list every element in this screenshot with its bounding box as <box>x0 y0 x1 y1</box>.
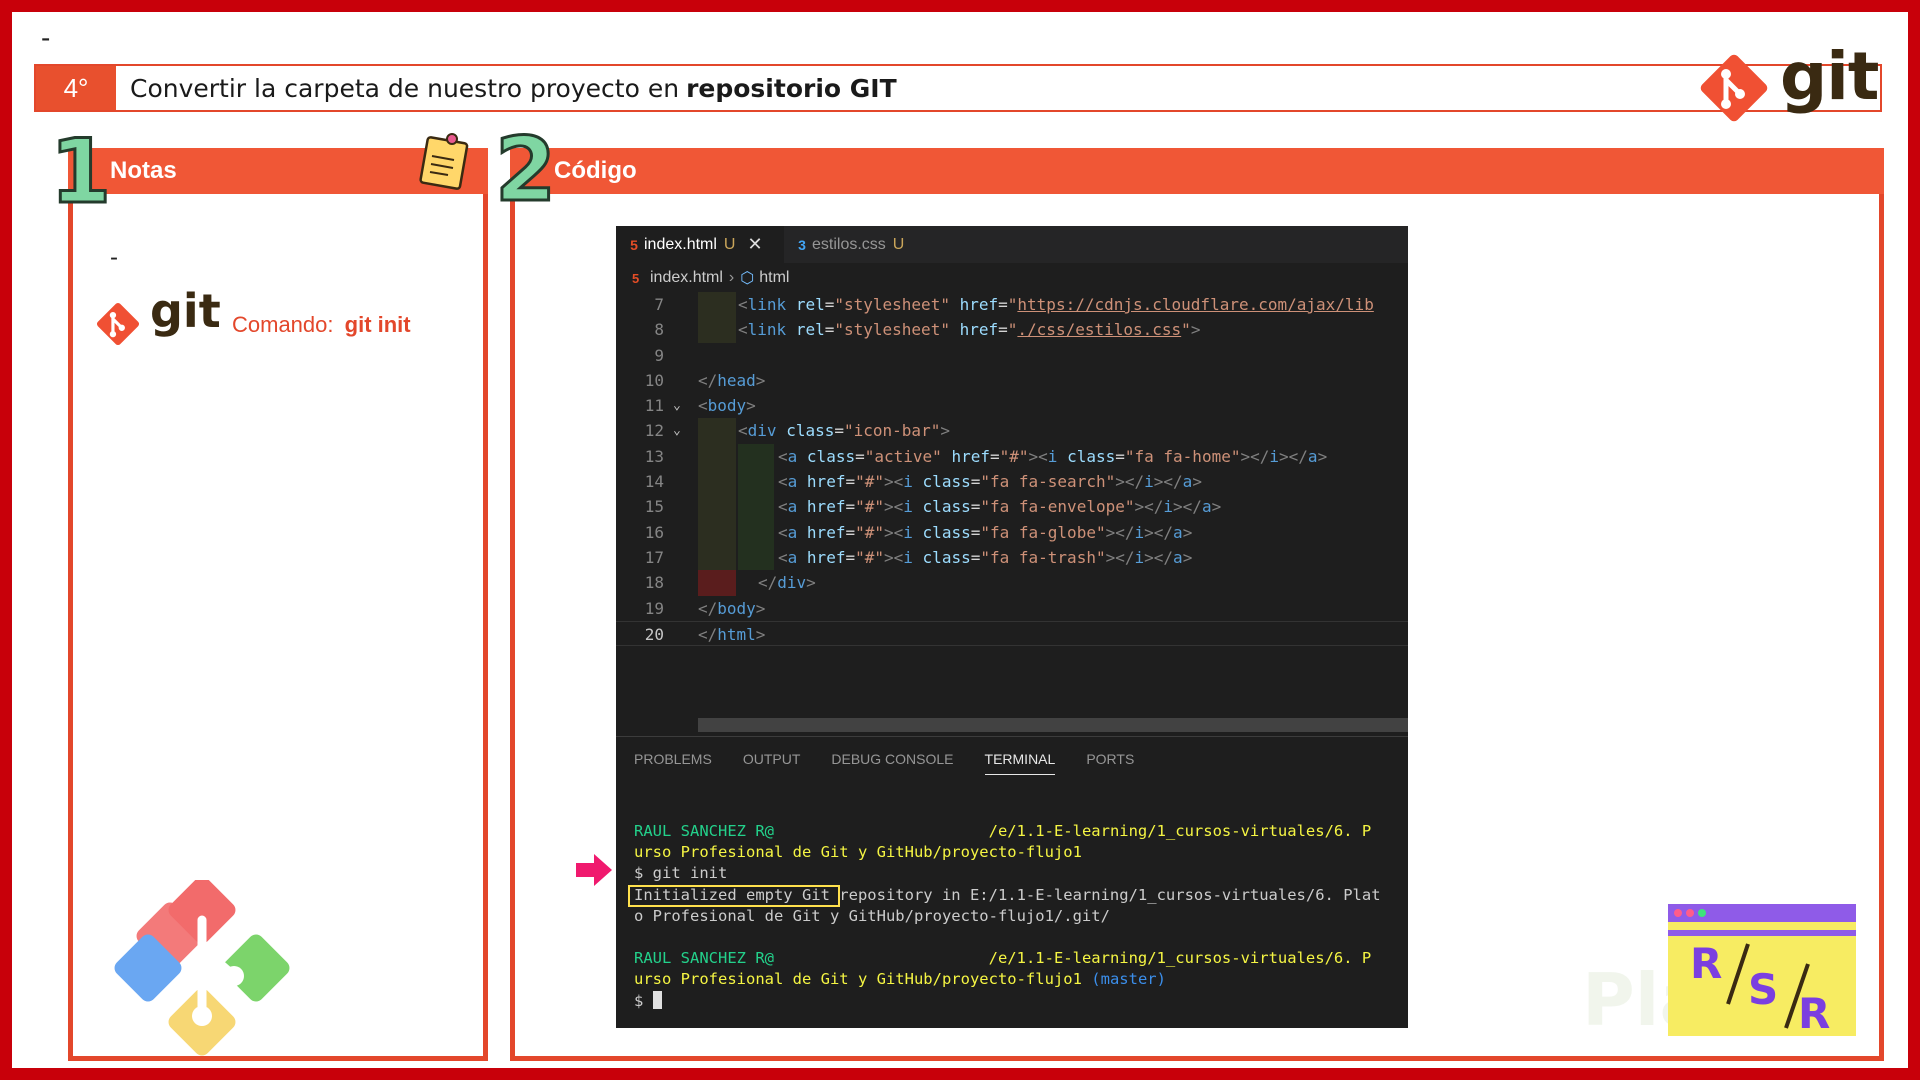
code-text: <a href="#"><i class="fa fa-search"></i>… <box>778 472 1202 492</box>
title-bold: repositorio GIT <box>686 73 897 103</box>
tab-status: U <box>723 235 736 253</box>
tab-debug-console[interactable]: DEBUG CONSOLE <box>831 751 953 775</box>
tab-index-html[interactable]: 5 index.html U ✕ <box>616 226 784 263</box>
breadcrumb-file[interactable]: index.html <box>650 269 723 287</box>
bottom-panel: PROBLEMS OUTPUT DEBUG CONSOLE TERMINAL P… <box>616 736 1408 1028</box>
svg-text:R: R <box>1798 989 1830 1036</box>
code-line: 7 <link rel="stylesheet" href="https://cd… <box>616 292 1408 318</box>
vscode-editor: 5 index.html U ✕ 3 estilos.css U 5 index… <box>616 226 1408 1028</box>
chevron-down-icon[interactable]: ⌄ <box>673 393 681 418</box>
git-logo-word: git <box>1780 38 1879 115</box>
git-logo-icon <box>96 302 140 346</box>
svg-text:R: R <box>1690 939 1722 988</box>
command-label: Comando: <box>232 312 334 337</box>
code-line: 16 <a href="#"><i class="fa fa-globe"></i… <box>616 519 1408 545</box>
code-line: 11 ⌄ <body> <box>616 393 1408 418</box>
prompt-path: urso Profesional de Git y GitHub/proyect… <box>634 970 1082 989</box>
code-text: <body> <box>698 396 756 416</box>
code-line: 14 <a href="#"><i class="fa fa-search"></… <box>616 469 1408 495</box>
code-text: </div> <box>758 573 816 593</box>
code-text: <a href="#"><i class="fa fa-globe"></i><… <box>778 522 1193 542</box>
notes-panel-title: Notas <box>110 157 177 184</box>
highlight-box <box>628 885 840 907</box>
code-area[interactable]: 7 <link rel="stylesheet" href="https://cd… <box>616 292 1408 647</box>
top-dash: - <box>41 22 51 53</box>
code-line: 10 </head> <box>616 368 1408 393</box>
code-text: </head> <box>698 370 766 390</box>
panel-number-2: 2 <box>493 118 557 221</box>
horizontal-scrollbar[interactable] <box>698 718 1408 732</box>
code-text: <a href="#"><i class="fa fa-envelope"></… <box>778 497 1222 517</box>
tab-label: estilos.css <box>812 235 886 253</box>
code-panel-header: Código <box>510 148 1884 194</box>
panel-number-1: 1 <box>48 120 112 223</box>
terminal-cursor <box>652 990 662 1009</box>
code-text: <a class="active" href="#"><i class="fa … <box>778 446 1328 466</box>
code-line: 8 <link rel="stylesheet" href="./css/esti… <box>616 317 1408 343</box>
prompt-user: RAUL SANCHEZ R@ <box>634 822 774 840</box>
page-title: Convertir la carpeta de nuestro proyecto… <box>130 66 897 110</box>
notes-dash: - <box>110 244 118 271</box>
git-branch: (master) <box>1091 970 1166 989</box>
git-diamond-logo-icon <box>114 880 290 1056</box>
code-line: 13 <a class="active" href="#"><i class="f… <box>616 443 1408 470</box>
cube-icon: ⬡ <box>740 270 755 287</box>
tab-problems[interactable]: PROBLEMS <box>634 751 712 775</box>
code-line: 17 <a href="#"><i class="fa fa-trash"></i… <box>616 544 1408 571</box>
tab-terminal[interactable]: TERMINAL <box>984 751 1056 775</box>
notes-git-logo: git <box>94 284 221 350</box>
prompt-path: urso Profesional de Git y GitHub/proyect… <box>634 843 1082 862</box>
code-text: <div class="icon-bar"> <box>738 421 950 441</box>
title-prefix: Convertir la carpeta de nuestro proyecto… <box>130 73 680 103</box>
code-text: <link rel="stylesheet" href="./css/estil… <box>738 320 1201 340</box>
tab-estilos-css[interactable]: 3 estilos.css U <box>784 226 954 263</box>
code-text: </html> <box>698 624 766 644</box>
git-logo-icon <box>1700 54 1768 122</box>
breadcrumb-node[interactable]: html <box>759 269 789 287</box>
command-value: git init <box>344 312 411 337</box>
git-brand-logo: git <box>1696 38 1879 126</box>
panel-tabs: PROBLEMS OUTPUT DEBUG CONSOLE TERMINAL P… <box>634 751 1165 775</box>
notes-command: Comando: git init <box>232 312 411 338</box>
tab-status: U <box>892 235 905 253</box>
terminal-command: $ git init <box>634 864 728 883</box>
memo-note-icon <box>419 133 469 190</box>
prompt-path: /e/1.1-E-learning/1_cursos-virtuales/6. … <box>988 949 1372 968</box>
close-icon[interactable]: ✕ <box>747 234 762 255</box>
code-text: <link rel="stylesheet" href="https://cdn… <box>738 295 1374 314</box>
code-panel-title: Código <box>554 157 637 184</box>
chevron-right-icon: › <box>728 269 735 286</box>
html5-icon: 5 <box>632 270 640 286</box>
pointer-arrow-icon <box>576 854 612 886</box>
prompt-path: /e/1.1-E-learning/1_cursos-virtuales/6. … <box>988 822 1372 840</box>
chevron-down-icon[interactable]: ⌄ <box>673 418 681 443</box>
rsr-badge-icon: R S R <box>1668 904 1856 1036</box>
code-text: <a href="#"><i class="fa fa-trash"></i><… <box>778 547 1193 567</box>
code-line: 15 <a href="#"><i class="fa fa-envelope">… <box>616 494 1408 520</box>
notes-git-word: git <box>150 284 221 338</box>
prompt-user: RAUL SANCHEZ R@ <box>634 949 774 968</box>
code-text: </body> <box>698 598 766 618</box>
svg-text:S: S <box>1748 965 1778 1014</box>
terminal-output[interactable]: RAUL SANCHEZ R@ /e/1.1-E-learning/1_curs… <box>634 821 1381 1012</box>
terminal-prompt: $ <box>634 991 644 1010</box>
step-number: 4° <box>36 66 116 110</box>
terminal-output-line: o Profesional de Git y GitHub/proyecto-f… <box>634 906 1110 925</box>
breadcrumb: 5 index.html › ⬡ html <box>616 265 789 291</box>
code-line: 18 </div> <box>616 570 1408 596</box>
code-line: 12 ⌄ <div class="icon-bar"> <box>616 418 1408 444</box>
css3-icon: 3 <box>798 236 806 253</box>
editor-tabs: 5 index.html U ✕ 3 estilos.css U <box>616 226 1408 263</box>
tab-output[interactable]: OUTPUT <box>743 751 801 775</box>
tab-ports[interactable]: PORTS <box>1086 751 1134 775</box>
tab-label: index.html <box>644 235 717 253</box>
code-line-current: 20 </html> <box>616 620 1408 647</box>
title-bar: 4° Convertir la carpeta de nuestro proye… <box>34 64 1882 112</box>
code-line: 19 </body> <box>616 596 1408 621</box>
code-line: 9 <box>654 345 664 365</box>
html5-icon: 5 <box>630 236 638 253</box>
